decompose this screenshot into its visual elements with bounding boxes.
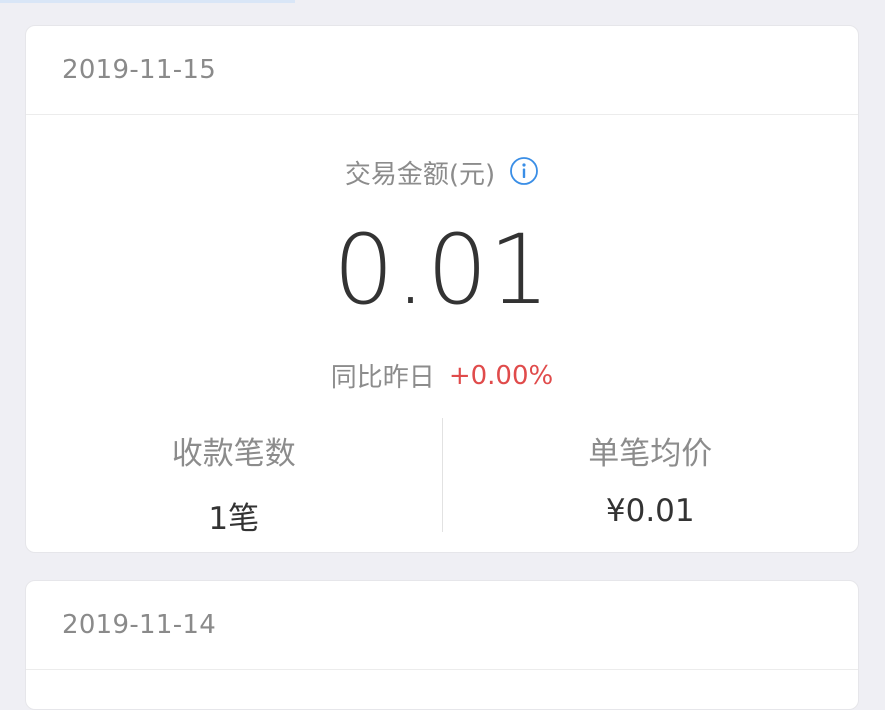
average-price-label: 单笔均价 [588,436,713,472]
card-date-header: 2019-11-15 [26,26,858,115]
daily-summary-card[interactable]: 2019-11-14 [25,580,859,710]
average-price-stat: 单笔均价 ¥0.01 [443,416,859,530]
stats-row: 收款笔数 1笔 单笔均价 ¥0.01 [26,416,859,537]
card-date: 2019-11-15 [62,55,217,85]
top-accent-bar [0,0,295,3]
compare-row: 同比昨日 +0.00% [26,357,858,394]
payment-count-value: 1笔 [208,501,260,537]
payment-count-label: 收款笔数 [171,436,296,472]
compare-label: 同比昨日 [330,363,435,393]
daily-summary-card[interactable]: 2019-11-15 交易金额(元) 0.01 同比昨日 +0.00% 收款笔数… [25,25,859,553]
transaction-amount-value: 0.01 [333,214,551,326]
card-date-header: 2019-11-14 [26,581,858,670]
payment-count-stat: 收款笔数 1笔 [26,416,442,537]
card-date: 2019-11-14 [62,610,217,640]
average-price-value: ¥0.01 [605,493,695,529]
info-icon[interactable] [509,156,539,186]
compare-value: +0.00% [448,360,554,391]
amount-label-row: 交易金额(元) [26,154,858,191]
transaction-amount-label: 交易金额(元) [344,160,496,190]
